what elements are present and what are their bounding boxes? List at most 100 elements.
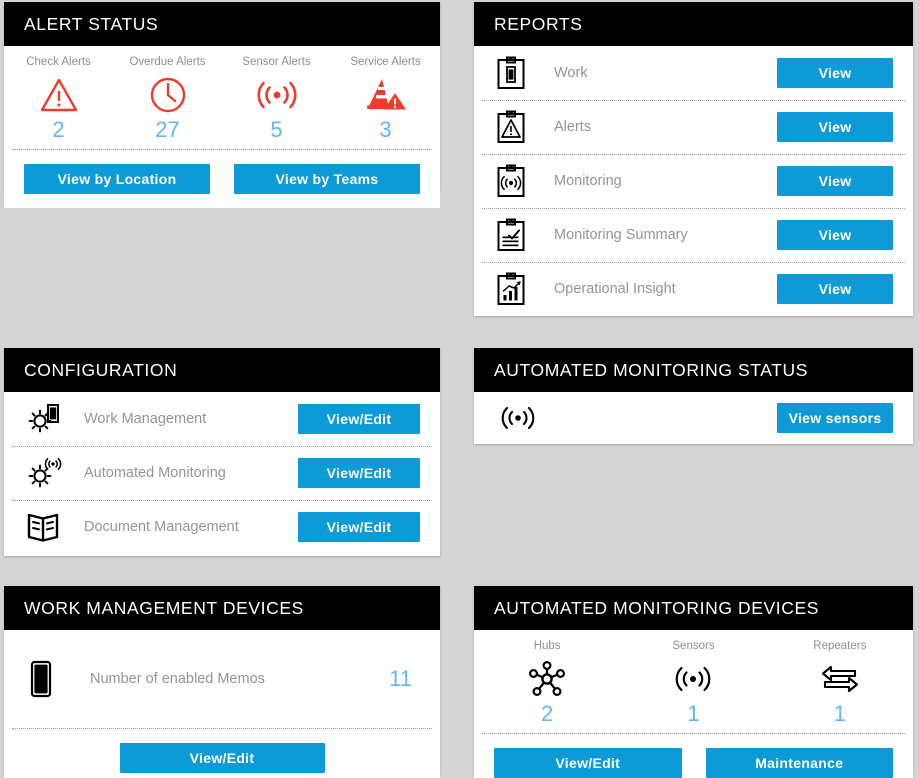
clipboard-checklist-icon [496,218,540,252]
gear-device-icon [26,402,70,436]
reports-title: REPORTS [474,2,913,46]
stat-value: 2 [52,117,65,142]
clipboard-warning-icon [496,110,540,144]
stat-label: Repeaters [813,640,867,652]
config-view-edit-button-wrap: View/Edit [298,512,420,542]
wifi-signal-icon [498,402,542,434]
config-view-edit-button-wrap: View/Edit [298,404,420,434]
alert-status-title: ALERT STATUS [4,2,440,46]
stat-value: 5 [270,117,283,142]
stat-sensor-alerts[interactable]: Sensor Alerts 5 [222,56,331,141]
report-view-button[interactable]: View [777,112,893,142]
view-by-location-button[interactable]: View by Location [24,164,210,194]
stat-label: Overdue Alerts [129,56,206,68]
report-view-button-wrap: View [777,274,893,304]
alert-status-panel: ALERT STATUS Check Alerts 2 Overdue Aler… [4,2,440,208]
dashboard-root: ALERT STATUS Check Alerts 2 Overdue Aler… [0,0,919,778]
wifi-signal-icon [256,74,298,116]
clock-icon [149,74,187,116]
config-row-automated-monitoring[interactable]: Automated Monitoring View/Edit [4,446,440,500]
report-view-button-wrap: View [777,166,893,196]
work-management-devices-panel: WORK MANAGEMENT DEVICES Number of enable… [4,586,440,778]
wifi-signal-icon [672,658,714,700]
config-row-label: Document Management [84,519,239,535]
gear-wifi-icon [26,456,70,490]
automated-monitoring-status-title: AUTOMATED MONITORING STATUS [474,348,913,392]
report-row-label: Operational Insight [554,281,676,297]
report-row-alerts[interactable]: Alerts View [474,100,913,154]
report-view-button-wrap: View [777,58,893,88]
enabled-memos-value: 11 [389,666,412,691]
clipboard-wifi-icon [496,164,540,198]
repeater-arrows-icon [817,658,863,700]
open-book-icon [26,511,70,543]
config-row-label: Work Management [84,411,207,427]
work-management-devices-buttons: View/Edit [4,729,440,778]
stat-service-alerts[interactable]: Service Alerts 3 [331,56,440,141]
hub-network-icon [526,658,568,700]
stat-value: 1 [833,701,846,726]
stat-check-alerts[interactable]: Check Alerts 2 [4,56,113,141]
work-management-devices-body: Number of enabled Memos 11 View/Edit [4,630,440,778]
traffic-cone-warning-icon [364,74,408,116]
stat-overdue-alerts[interactable]: Overdue Alerts 27 [113,56,222,141]
stat-sensors[interactable]: Sensors 1 [620,640,766,725]
config-view-edit-button[interactable]: View/Edit [298,512,420,542]
enabled-memos-label: Number of enabled Memos [90,671,265,687]
report-row-label: Work [554,65,588,81]
am-devices-view-edit-button[interactable]: View/Edit [494,748,682,778]
warning-triangle-icon [39,74,79,116]
enabled-memos-row: Number of enabled Memos 11 [4,630,440,728]
reports-body: Work View Alerts View Monitoring View Mo… [474,46,913,316]
report-view-button[interactable]: View [777,274,893,304]
report-view-button[interactable]: View [777,166,893,196]
report-row-work[interactable]: Work View [474,46,913,100]
configuration-body: Work Management View/Edit Automated Moni… [4,392,440,554]
config-row-label: Automated Monitoring [84,465,226,481]
clipboard-chart-icon [496,272,540,306]
stat-label: Sensors [672,640,715,652]
stat-label: Sensor Alerts [242,56,311,68]
stat-hubs[interactable]: Hubs 2 [474,640,620,725]
work-management-devices-title: WORK MANAGEMENT DEVICES [4,586,440,630]
stat-value: 27 [155,117,180,142]
automated-monitoring-devices-panel: AUTOMATED MONITORING DEVICES Hubs 2 Sens… [474,586,913,778]
config-row-work-management[interactable]: Work Management View/Edit [4,392,440,446]
configuration-title: CONFIGURATION [4,348,440,392]
config-row-document-management[interactable]: Document Management View/Edit [4,500,440,554]
view-by-teams-button[interactable]: View by Teams [234,164,420,194]
alert-status-buttons: View by Location View by Teams [4,150,440,208]
alert-status-stats: Check Alerts 2 Overdue Alerts 27 Sensor … [4,46,440,149]
stat-value: 2 [541,701,554,726]
report-view-button[interactable]: View [777,220,893,250]
configuration-panel: CONFIGURATION Work Management View/Edit … [4,348,440,556]
monitoring-status-row: View sensors [474,392,913,444]
clipboard-device-icon [496,56,540,90]
stat-value: 3 [379,117,392,142]
automated-monitoring-status-body: View sensors [474,392,913,444]
report-view-button-wrap: View [777,112,893,142]
view-sensors-button[interactable]: View sensors [777,403,893,433]
wm-devices-view-edit-button[interactable]: View/Edit [119,743,325,773]
stat-repeaters[interactable]: Repeaters 1 [767,640,913,725]
alert-status-body: Check Alerts 2 Overdue Alerts 27 Sensor … [4,46,440,208]
report-view-button[interactable]: View [777,58,893,88]
config-view-edit-button[interactable]: View/Edit [298,404,420,434]
config-view-edit-button-wrap: View/Edit [298,458,420,488]
am-devices-buttons: View/Edit Maintenance [474,734,913,778]
report-row-monitoring-summary[interactable]: Monitoring Summary View [474,208,913,262]
stat-value: 1 [687,701,700,726]
config-view-edit-button[interactable]: View/Edit [298,458,420,488]
stat-label: Service Alerts [350,56,421,68]
report-row-monitoring[interactable]: Monitoring View [474,154,913,208]
report-row-label: Monitoring [554,173,622,189]
am-devices-maintenance-button[interactable]: Maintenance [705,748,893,778]
stat-label: Check Alerts [26,56,91,68]
automated-monitoring-status-panel: AUTOMATED MONITORING STATUS View sensors [474,348,913,444]
stat-label: Hubs [533,640,561,652]
report-row-operational-insight[interactable]: Operational Insight View [474,262,913,316]
report-row-label: Monitoring Summary [554,227,688,243]
automated-monitoring-devices-body: Hubs 2 Sensors 1 Repeaters 1 View/Edit M… [474,630,913,778]
report-row-label: Alerts [554,119,592,135]
am-devices-stats: Hubs 2 Sensors 1 Repeaters 1 [474,630,913,733]
